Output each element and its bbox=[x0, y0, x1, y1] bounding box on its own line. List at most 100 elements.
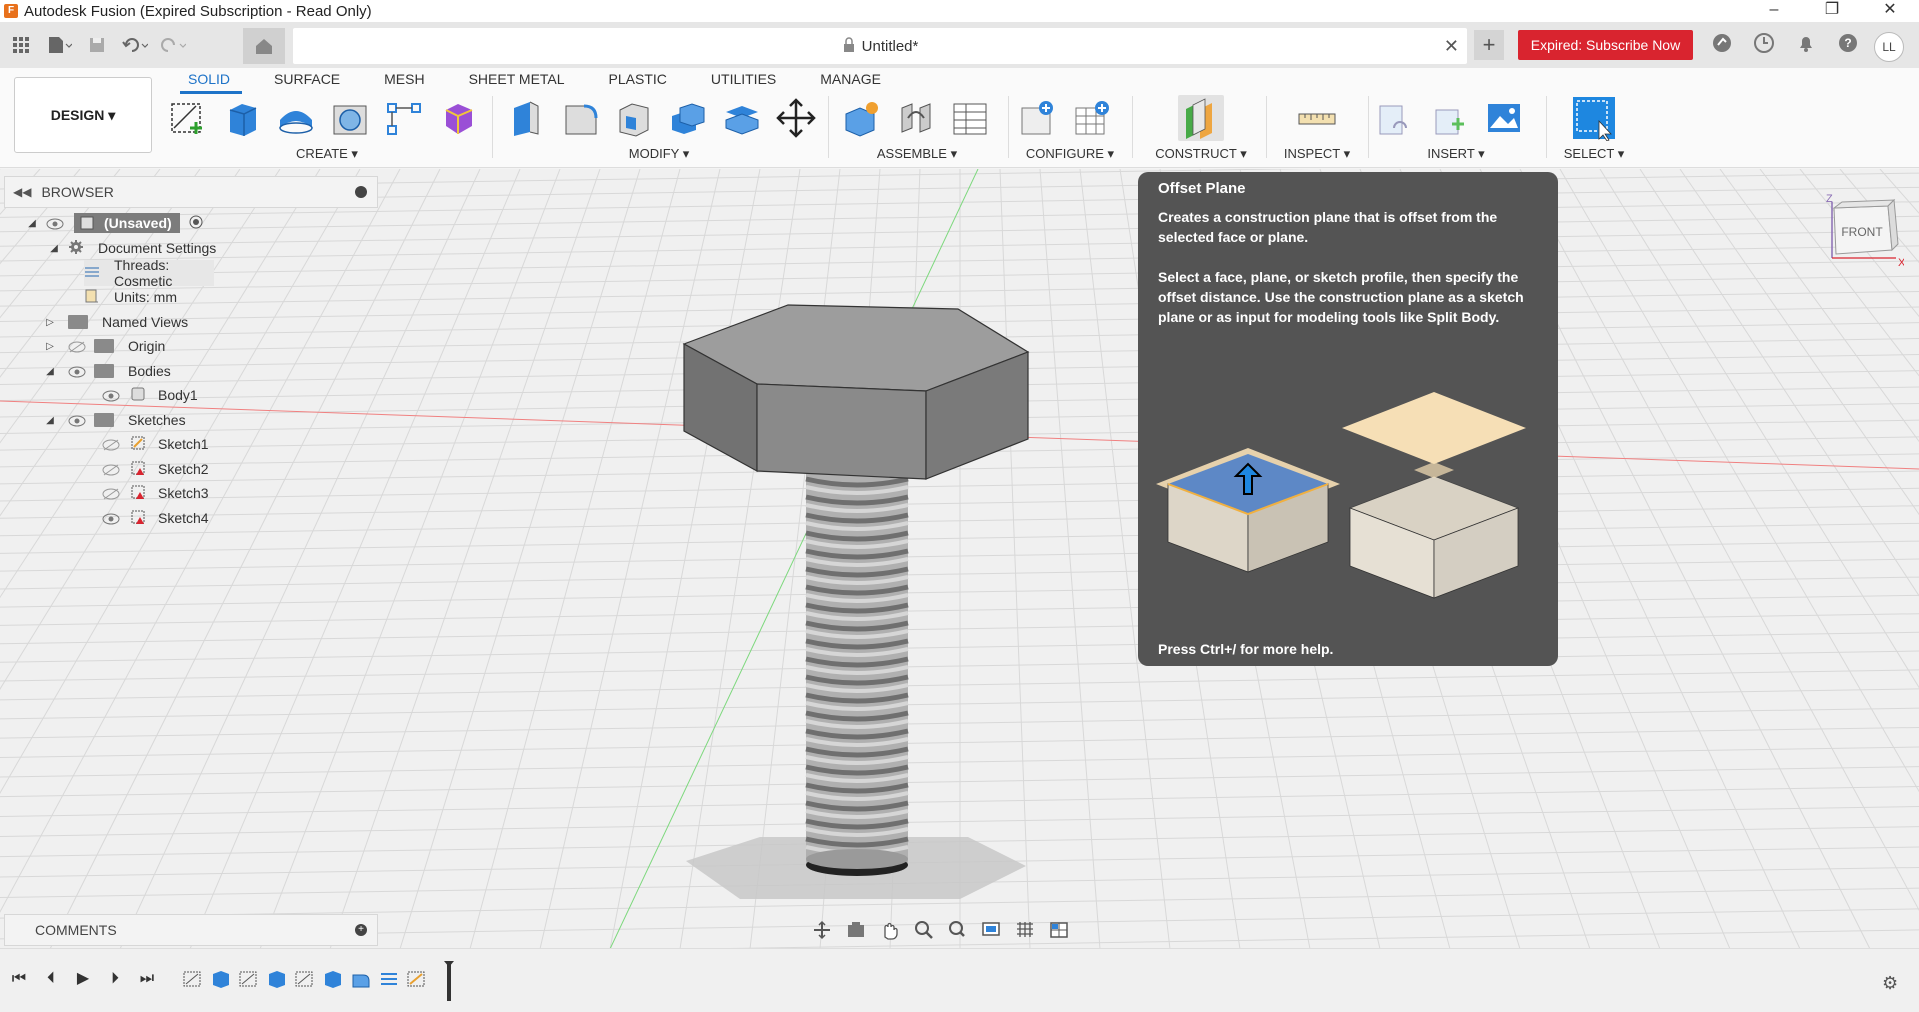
root-component[interactable]: (Unsaved) bbox=[74, 213, 180, 233]
as-built-joint-icon[interactable] bbox=[950, 98, 990, 138]
timeline-marker[interactable] bbox=[444, 961, 454, 1001]
tab-utilities[interactable]: UTILITIES bbox=[689, 68, 798, 90]
expand-triangle-icon[interactable]: ◢ bbox=[26, 218, 38, 229]
visibility-eye-icon[interactable] bbox=[68, 414, 86, 427]
user-avatar[interactable]: LL bbox=[1874, 32, 1904, 62]
visibility-eye-icon[interactable] bbox=[102, 512, 120, 525]
timeline-extrude-icon[interactable] bbox=[322, 969, 344, 989]
timeline-fillet-icon[interactable] bbox=[350, 969, 372, 989]
extensions-icon[interactable] bbox=[1707, 32, 1737, 58]
add-comment-icon[interactable]: + bbox=[355, 924, 367, 936]
expand-triangle-icon[interactable]: ◢ bbox=[44, 366, 56, 377]
pan-hand-icon[interactable] bbox=[878, 919, 902, 941]
tree-row-root[interactable]: ◢ (Unsaved) bbox=[26, 210, 204, 236]
activate-radio-icon[interactable] bbox=[188, 214, 204, 233]
home-button[interactable] bbox=[243, 28, 285, 64]
subscribe-button[interactable]: Expired: Subscribe Now bbox=[1518, 30, 1693, 60]
step-back-icon[interactable]: ⏴ bbox=[42, 969, 60, 989]
file-menu-icon[interactable] bbox=[46, 32, 72, 58]
play-icon[interactable]: ▶ bbox=[74, 969, 92, 989]
document-tab[interactable]: Untitled* ✕ bbox=[293, 28, 1467, 64]
hidden-eye-icon[interactable] bbox=[102, 463, 120, 476]
job-status-icon[interactable] bbox=[1749, 32, 1779, 58]
timeline-extrude-icon[interactable] bbox=[210, 969, 232, 989]
visibility-eye-icon[interactable] bbox=[46, 217, 64, 230]
close-tab-icon[interactable]: ✕ bbox=[1444, 36, 1459, 57]
display-settings-icon[interactable] bbox=[980, 919, 1004, 941]
select-icon[interactable] bbox=[1571, 95, 1617, 142]
new-component-icon[interactable] bbox=[842, 98, 882, 138]
notifications-bell-icon[interactable] bbox=[1791, 32, 1821, 58]
timeline-thread-icon[interactable] bbox=[378, 969, 400, 989]
tab-surface[interactable]: SURFACE bbox=[252, 68, 362, 90]
timeline-settings-gear-icon[interactable]: ⚙ bbox=[1882, 973, 1898, 994]
timeline-sketch-icon[interactable] bbox=[182, 969, 204, 989]
move-copy-icon[interactable] bbox=[776, 98, 816, 138]
tree-row-sketch3[interactable]: Sketch3 bbox=[84, 480, 209, 506]
tree-row-sketch1[interactable]: Sketch1 bbox=[84, 431, 209, 457]
combine-icon[interactable] bbox=[668, 98, 708, 138]
timeline-sketch-icon[interactable] bbox=[238, 969, 260, 989]
expand-triangle-icon[interactable]: ▷ bbox=[44, 317, 56, 328]
tree-row-origin[interactable]: ▷ Origin bbox=[44, 333, 165, 359]
joint-icon[interactable] bbox=[896, 98, 936, 138]
minimize-button[interactable]: – bbox=[1745, 0, 1803, 22]
tree-row-bodies[interactable]: ◢ Bodies bbox=[44, 358, 171, 384]
zoom-icon[interactable] bbox=[912, 919, 936, 941]
tab-plastic[interactable]: PLASTIC bbox=[587, 68, 689, 90]
select-label[interactable]: SELECT ▾ bbox=[1556, 146, 1632, 162]
look-at-icon[interactable] bbox=[844, 919, 868, 941]
tree-row-body1[interactable]: Body1 bbox=[84, 382, 198, 408]
hidden-eye-icon[interactable] bbox=[102, 438, 120, 451]
timeline-sketch-icon[interactable] bbox=[294, 969, 316, 989]
expand-triangle-icon[interactable]: ▷ bbox=[44, 341, 56, 352]
press-pull-icon[interactable] bbox=[506, 98, 546, 138]
browser-pin-icon[interactable] bbox=[355, 186, 367, 198]
workspace-switcher[interactable]: DESIGN ▾ bbox=[14, 77, 152, 153]
modify-label[interactable]: MODIFY ▾ bbox=[506, 146, 812, 162]
collapse-browser-icon[interactable]: ◀◀ bbox=[13, 185, 31, 199]
create-label[interactable]: CREATE ▾ bbox=[168, 146, 486, 162]
extrude-icon[interactable] bbox=[222, 98, 262, 138]
help-icon[interactable]: ? bbox=[1833, 32, 1863, 58]
timeline-extrude-icon[interactable] bbox=[266, 969, 288, 989]
view-cube[interactable]: Z X FRONT bbox=[1822, 192, 1906, 276]
tree-row-units[interactable]: Units: mm bbox=[84, 284, 177, 310]
tab-manage[interactable]: MANAGE bbox=[798, 68, 903, 90]
redo-icon[interactable] bbox=[160, 32, 186, 58]
undo-icon[interactable] bbox=[122, 32, 148, 58]
canvas-image-icon[interactable] bbox=[1484, 98, 1524, 138]
timeline-sketch-icon[interactable] bbox=[406, 969, 428, 989]
save-icon[interactable] bbox=[84, 32, 110, 58]
tree-row-sketches[interactable]: ◢ Sketches bbox=[44, 407, 185, 433]
assemble-label[interactable]: ASSEMBLE ▾ bbox=[842, 146, 992, 162]
go-to-end-icon[interactable]: ⏭ bbox=[138, 969, 156, 989]
grid-settings-icon[interactable] bbox=[1014, 919, 1038, 941]
pattern-icon[interactable] bbox=[384, 98, 424, 138]
tab-solid[interactable]: SOLID bbox=[170, 68, 252, 94]
configure-table-icon[interactable] bbox=[1072, 98, 1112, 138]
tab-sheet-metal[interactable]: SHEET METAL bbox=[447, 68, 587, 90]
form-icon[interactable] bbox=[438, 98, 478, 138]
create-sketch-icon[interactable] bbox=[168, 98, 208, 138]
hole-icon[interactable] bbox=[330, 98, 370, 138]
tree-row-threads[interactable]: Threads: Cosmetic bbox=[84, 257, 214, 289]
fillet-icon[interactable] bbox=[560, 98, 600, 138]
tree-row-named-views[interactable]: ▷ Named Views bbox=[44, 309, 188, 335]
offset-face-icon[interactable] bbox=[722, 98, 762, 138]
expand-triangle-icon[interactable]: ◢ bbox=[48, 243, 60, 254]
insert-label[interactable]: INSERT ▾ bbox=[1376, 146, 1536, 162]
offset-plane-icon[interactable] bbox=[1178, 95, 1224, 141]
step-forward-icon[interactable]: ⏵ bbox=[106, 969, 124, 989]
insert-derive-icon[interactable] bbox=[1376, 98, 1416, 138]
configure-design-icon[interactable] bbox=[1018, 98, 1058, 138]
restore-button[interactable]: ❐ bbox=[1803, 0, 1861, 22]
tree-row-sketch2[interactable]: Sketch2 bbox=[84, 456, 209, 482]
fit-icon[interactable] bbox=[946, 919, 970, 941]
visibility-eye-icon[interactable] bbox=[68, 365, 86, 378]
revolve-icon[interactable] bbox=[276, 98, 316, 138]
close-window-button[interactable]: ✕ bbox=[1861, 0, 1919, 22]
new-tab-button[interactable]: + bbox=[1474, 30, 1504, 60]
construct-label[interactable]: CONSTRUCT ▾ bbox=[1138, 146, 1264, 162]
tab-mesh[interactable]: MESH bbox=[362, 68, 446, 90]
